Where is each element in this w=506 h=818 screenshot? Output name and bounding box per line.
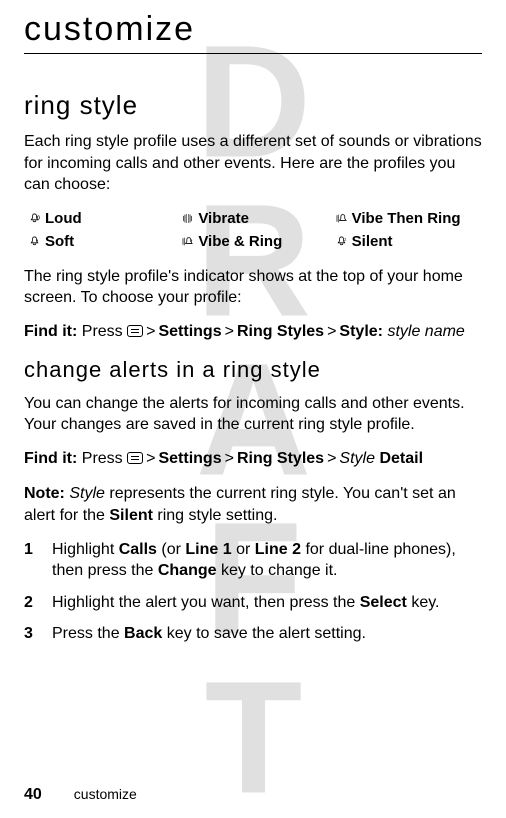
find-it-2: Find it: Press >Settings>Ring Styles>Sty… — [24, 448, 482, 470]
note-style-italic: Style — [69, 485, 105, 502]
path-style-label: Style: — [339, 323, 383, 340]
svg-text:z: z — [344, 237, 347, 242]
profile-label: Vibrate — [198, 210, 249, 227]
path-ring-styles: Ring Styles — [237, 450, 324, 467]
profile-loud: Loud — [28, 210, 171, 227]
path-detail: Detail — [379, 450, 423, 467]
intro-text: Each ring style profile uses a different… — [24, 131, 482, 196]
note-after: ring style setting. — [153, 507, 278, 524]
steps-list: 1 Highlight Calls (or Line 1 or Line 2 fo… — [24, 539, 482, 645]
step-text: Highlight the alert you want, then press… — [52, 592, 439, 614]
profile-silent: z Silent — [335, 233, 478, 250]
vibe-and-ring-icon — [181, 235, 194, 248]
step-number: 2 — [24, 592, 38, 614]
path-style-italic: Style — [339, 450, 375, 467]
profile-label: Vibe & Ring — [198, 233, 282, 250]
note-text: Note: Style represents the current ring … — [24, 483, 482, 526]
step-number: 1 — [24, 539, 38, 582]
findit-press: Press — [82, 450, 123, 467]
step-text: Press the Back key to save the alert set… — [52, 623, 366, 645]
profile-label: Vibe Then Ring — [352, 210, 461, 227]
section-heading-ring-style: ring style — [24, 90, 482, 121]
after-profiles-text: The ring style profile's indicator shows… — [24, 266, 482, 309]
profile-vibe-and-ring: Vibe & Ring — [181, 233, 324, 250]
profiles-grid: Loud Vibrate Vibe Then Ring Soft Vibe & … — [24, 208, 482, 252]
bell-loud-icon — [28, 212, 41, 225]
step-item: 3 Press the Back key to save the alert se… — [24, 623, 482, 645]
menu-key-icon — [127, 325, 143, 337]
page-title: customize — [24, 10, 482, 49]
section-heading-change-alerts: change alerts in a ring style — [24, 357, 482, 383]
title-rule — [24, 53, 482, 54]
bell-silent-icon: z — [335, 235, 348, 248]
profile-label: Loud — [45, 210, 82, 227]
profile-vibe-then-ring: Vibe Then Ring — [335, 210, 478, 227]
footer-section-name: customize — [74, 786, 137, 802]
menu-key-icon — [127, 452, 143, 464]
page-footer: 40 customize — [24, 786, 137, 804]
find-it-1: Find it: Press >Settings>Ring Styles>Sty… — [24, 321, 482, 343]
step-item: 2 Highlight the alert you want, then pres… — [24, 592, 482, 614]
vibe-then-ring-icon — [335, 212, 348, 225]
page-number: 40 — [24, 786, 42, 804]
profile-label: Silent — [352, 233, 393, 250]
profile-label: Soft — [45, 233, 74, 250]
path-style-name: style name — [387, 323, 464, 340]
step-text: Highlight Calls (or Line 1 or Line 2 for… — [52, 539, 482, 582]
profile-vibrate: Vibrate — [181, 210, 324, 227]
path-settings: Settings — [158, 450, 221, 467]
vibrate-icon — [181, 212, 194, 225]
change-alerts-intro: You can change the alerts for incoming c… — [24, 393, 482, 436]
profile-soft: Soft — [28, 233, 171, 250]
step-number: 3 — [24, 623, 38, 645]
path-ring-styles: Ring Styles — [237, 323, 324, 340]
findit-prefix: Find it: — [24, 450, 77, 467]
bell-soft-icon — [28, 235, 41, 248]
step-item: 1 Highlight Calls (or Line 1 or Line 2 fo… — [24, 539, 482, 582]
findit-prefix: Find it: — [24, 323, 77, 340]
note-silent: Silent — [109, 507, 153, 524]
note-prefix: Note: — [24, 485, 65, 502]
findit-press: Press — [82, 323, 123, 340]
path-settings: Settings — [158, 323, 221, 340]
